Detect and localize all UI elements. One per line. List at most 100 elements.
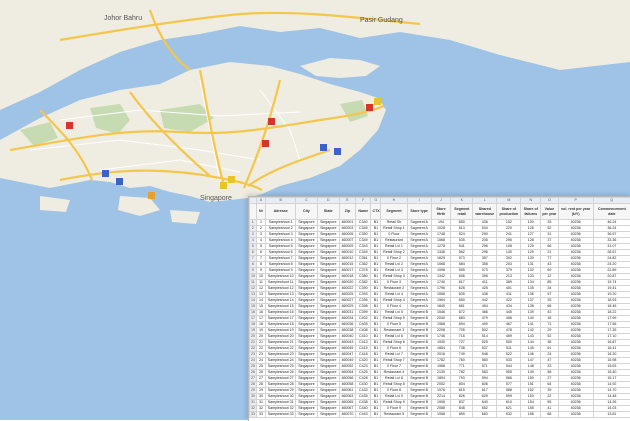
table-cell[interactable]: Retail Shop 9 — [381, 400, 407, 406]
table-cell[interactable]: Sampleshoot 20 — [266, 334, 296, 340]
table-cell[interactable]: Sampleshoot 7 — [266, 256, 296, 262]
table-cell[interactable]: Segment A — [407, 268, 431, 274]
table-cell[interactable]: Singapore — [295, 286, 317, 292]
table-cell[interactable]: Singapore — [317, 400, 339, 406]
column-header[interactable]: Segment — [381, 204, 407, 220]
column-header[interactable]: Shared warehouse — [473, 204, 497, 220]
table-cell[interactable]: Singapore — [295, 352, 317, 358]
table-cell[interactable]: Retail Shop 5 — [381, 316, 407, 322]
table-cell[interactable]: 460005 — [339, 232, 355, 238]
table-cell[interactable]: Singapore — [295, 298, 317, 304]
table-cell[interactable]: 460056 — [339, 376, 355, 382]
table-cell[interactable]: 632 — [497, 412, 521, 418]
table-cell[interactable]: 460040 — [339, 334, 355, 340]
table-cell[interactable]: Retail Shop 6 — [381, 340, 407, 346]
table-cell[interactable]: 156 — [521, 412, 541, 418]
table-cell[interactable]: 460012 — [339, 256, 355, 262]
column-header[interactable]: Commencement date — [593, 204, 630, 220]
table-cell[interactable]: Segment A — [407, 286, 431, 292]
table-cell[interactable]: 460054 — [339, 370, 355, 376]
map-marker[interactable] — [148, 192, 155, 199]
table-cell[interactable]: Segment B — [407, 394, 431, 400]
column-header[interactable]: City — [295, 204, 317, 220]
column-header[interactable]: Name — [356, 204, 371, 220]
table-cell[interactable]: 460018 — [339, 274, 355, 280]
column-header[interactable]: Nr — [256, 204, 266, 220]
table-cell[interactable]: Restaurant 2 — [381, 286, 407, 292]
table-cell[interactable]: Segment B — [407, 310, 431, 316]
table-cell[interactable]: Segment B — [407, 364, 431, 370]
map-marker[interactable] — [268, 118, 275, 125]
table-cell[interactable]: Singapore — [295, 364, 317, 370]
table-cell[interactable]: Singapore — [317, 298, 339, 304]
table-cell[interactable]: Singapore — [295, 220, 317, 226]
table-cell[interactable]: Sampleshoot 4 — [266, 238, 296, 244]
table-cell[interactable]: 460003 — [339, 226, 355, 232]
column-header[interactable]: vol. rent per year (k/Y) — [558, 204, 593, 220]
table-cell[interactable]: Singapore — [317, 412, 339, 418]
table-cell[interactable]: Segment B — [407, 382, 431, 388]
table-cell[interactable]: Singapore — [317, 394, 339, 400]
table-cell[interactable]: 460061 — [339, 388, 355, 394]
table-cell[interactable]: Segment A — [407, 304, 431, 310]
table-cell[interactable]: Singapore — [317, 328, 339, 334]
table-cell[interactable]: Singapore — [295, 358, 317, 364]
column-header[interactable]: Zip — [339, 204, 355, 220]
spreadsheet[interactable]: ABCDEFGHIJKLMNOPQNrAdresseCityStateZipNa… — [248, 196, 630, 421]
table-cell[interactable]: Singapore — [295, 382, 317, 388]
table-cell[interactable]: Restaurant 3 — [381, 328, 407, 334]
table-cell[interactable]: Singapore — [317, 352, 339, 358]
table-cell[interactable]: Singapore — [317, 268, 339, 274]
column-header[interactable]: Adresse — [266, 204, 296, 220]
map-marker[interactable] — [374, 98, 381, 105]
column-header[interactable]: Segment retail — [451, 204, 473, 220]
table-cell[interactable]: Sampleshoot 14 — [266, 298, 296, 304]
table-cell[interactable]: Singapore — [317, 226, 339, 232]
table-cell[interactable]: Singapore — [295, 292, 317, 298]
table-cell[interactable]: Singapore — [295, 370, 317, 376]
table-cell[interactable]: Sampleshoot 11 — [266, 280, 296, 286]
table-cell[interactable]: Segment B — [407, 388, 431, 394]
table-cell[interactable]: 460034 — [339, 316, 355, 322]
table-cell[interactable]: Singapore — [317, 364, 339, 370]
table-cell[interactable]: 460010 — [339, 250, 355, 256]
table-cell[interactable]: Segment A — [407, 262, 431, 268]
table-cell[interactable]: 460031 — [339, 310, 355, 316]
table-cell[interactable]: Segment B — [407, 376, 431, 382]
table-cell[interactable]: Singapore — [295, 304, 317, 310]
table-cell[interactable]: Singapore — [295, 238, 317, 244]
table-cell[interactable]: Sampleshoot 23 — [266, 352, 296, 358]
table-cell[interactable]: Sampleshoot 33 — [266, 412, 296, 418]
table-cell[interactable]: Singapore — [317, 358, 339, 364]
table-cell[interactable]: Singapore — [295, 400, 317, 406]
table-cell[interactable]: Retail Shop 3 — [381, 274, 407, 280]
table-cell[interactable]: Singapore — [317, 238, 339, 244]
table-cell[interactable]: Segment B — [407, 334, 431, 340]
table-cell[interactable]: 460047 — [339, 352, 355, 358]
table-cell[interactable]: Segment A — [407, 244, 431, 250]
table-cell[interactable]: Segment A — [407, 238, 431, 244]
table-cell[interactable]: Segment B — [407, 346, 431, 352]
table-cell[interactable]: 460015 — [339, 262, 355, 268]
table-cell[interactable]: Sampleshoot 24 — [266, 358, 296, 364]
table-cell[interactable]: Singapore — [295, 274, 317, 280]
table-cell[interactable]: Restaurant 5 — [381, 412, 407, 418]
table-cell[interactable]: Segment A — [407, 292, 431, 298]
table-cell[interactable]: Singapore — [317, 382, 339, 388]
table-cell[interactable]: Singapore — [295, 310, 317, 316]
table-cell[interactable]: Singapore — [295, 250, 317, 256]
table-cell[interactable]: Singapore — [317, 232, 339, 238]
column-header[interactable]: Store type — [407, 204, 431, 220]
table-cell[interactable]: 460070 — [339, 412, 355, 418]
table-cell[interactable]: Segment B — [407, 412, 431, 418]
table-cell[interactable]: Sampleshoot 30 — [266, 394, 296, 400]
map-marker[interactable] — [320, 144, 327, 151]
table-cell[interactable]: 13.81 — [593, 412, 630, 418]
table-cell[interactable]: Singapore — [317, 244, 339, 250]
table-cell[interactable]: Singapore — [295, 328, 317, 334]
table-cell[interactable]: Segment B — [407, 340, 431, 346]
table-cell[interactable]: Segment A — [407, 274, 431, 280]
table-cell[interactable]: Segment B — [407, 406, 431, 412]
table-cell[interactable]: Sampleshoot 25 — [266, 364, 296, 370]
table-cell[interactable]: Singapore — [295, 280, 317, 286]
